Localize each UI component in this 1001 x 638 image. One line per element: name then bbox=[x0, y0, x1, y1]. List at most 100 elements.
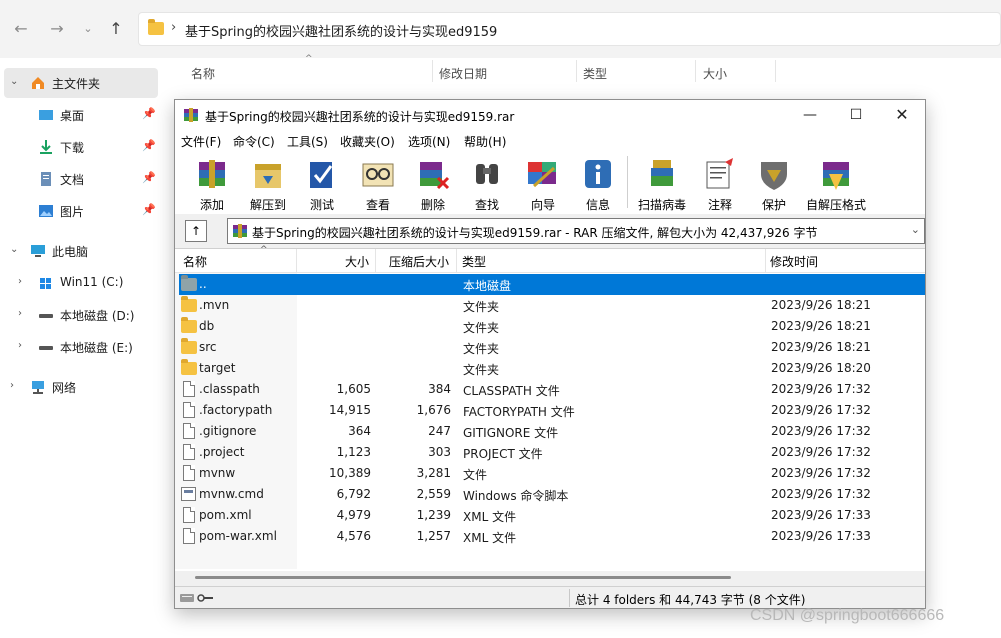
table-row[interactable]: src 文件夹 2023/9/26 18:21 bbox=[175, 337, 925, 358]
table-row[interactable]: .project 1,123 303 PROJECT 文件 2023/9/26 17:3… bbox=[175, 442, 925, 463]
cell-modified: 2023/9/26 18:20 bbox=[771, 361, 871, 375]
find-button[interactable]: 查找 bbox=[460, 154, 514, 212]
drive-key-icon[interactable] bbox=[179, 591, 215, 604]
column-header-packed[interactable]: 压缩后大小 bbox=[389, 253, 449, 270]
sidebar-item-drive-d[interactable]: › 本地磁盘 (D:) bbox=[0, 300, 158, 330]
table-row[interactable]: .factorypath 14,915 1,676 FACTORYPATH 文件 202… bbox=[175, 400, 925, 421]
recent-chevron-icon[interactable]: ⌄ bbox=[77, 18, 99, 40]
menu-bar: 文件(F) 命令(C) 工具(S) 收藏夹(O) 选项(N) 帮助(H) bbox=[175, 130, 925, 152]
column-header-modified[interactable]: 修改时间 bbox=[770, 253, 818, 270]
pin-icon: 📌 bbox=[142, 171, 156, 184]
column-header-size[interactable]: 大小 bbox=[345, 253, 369, 270]
table-row[interactable]: mvnw 10,389 3,281 文件 2023/9/26 17:32 bbox=[175, 463, 925, 484]
address-bar[interactable]: › 基于Spring的校园兴趣社团系统的设计与实现ed9159 bbox=[138, 12, 1001, 46]
table-row[interactable]: db 文件夹 2023/9/26 18:21 bbox=[175, 316, 925, 337]
table-row[interactable]: .. 本地磁盘 bbox=[179, 274, 925, 295]
column-modified[interactable]: 修改日期 bbox=[439, 65, 487, 82]
forward-arrow-icon[interactable]: → bbox=[46, 18, 68, 40]
find-icon bbox=[476, 164, 498, 184]
close-icon[interactable]: ✕ bbox=[879, 100, 925, 130]
sort-indicator-icon: ^ bbox=[260, 245, 268, 255]
cell-size: 4,979 bbox=[336, 508, 371, 522]
parent-folder-icon bbox=[181, 275, 197, 291]
pin-icon: 📌 bbox=[142, 203, 156, 216]
menu-options[interactable]: 选项(N) bbox=[408, 133, 450, 150]
menu-commands[interactable]: 命令(C) bbox=[233, 133, 275, 150]
back-arrow-icon[interactable]: ← bbox=[10, 18, 32, 40]
script-file-icon bbox=[181, 487, 196, 501]
chevron-right-icon[interactable]: › bbox=[18, 308, 22, 319]
column-size[interactable]: 大小 bbox=[703, 65, 727, 82]
info-button[interactable]: 信息 bbox=[571, 154, 625, 212]
title-bar[interactable]: 基于Spring的校园兴趣社团系统的设计与实现ed9159.rar — ☐ ✕ bbox=[175, 100, 925, 130]
file-icon bbox=[183, 528, 195, 544]
tool-label: 测试 bbox=[309, 198, 334, 212]
up-one-level-button[interactable]: ↑ bbox=[185, 220, 207, 242]
cell-type: XML 文件 bbox=[463, 531, 517, 545]
chevron-down-icon[interactable]: ⌄ bbox=[10, 244, 18, 255]
document-icon bbox=[41, 172, 51, 186]
chevron-down-icon[interactable]: ⌄ bbox=[10, 76, 18, 87]
sort-up-icon: ^ bbox=[305, 54, 313, 64]
cell-type: 文件夹 bbox=[463, 363, 500, 377]
chevron-right-icon[interactable]: › bbox=[18, 340, 22, 351]
column-name[interactable]: 名称 bbox=[191, 65, 215, 82]
column-type[interactable]: 类型 bbox=[583, 65, 607, 82]
minimize-icon[interactable]: — bbox=[787, 100, 833, 130]
cell-type: CLASSPATH 文件 bbox=[463, 384, 560, 398]
sidebar-item-label: 本地磁盘 (D:) bbox=[60, 309, 135, 323]
sidebar-item-label: 桌面 bbox=[60, 109, 85, 123]
up-arrow-icon: ↑ bbox=[190, 224, 202, 238]
table-row[interactable]: .mvn 文件夹 2023/9/26 18:21 bbox=[175, 295, 925, 316]
sidebar-item-pictures[interactable]: 图片 📌 bbox=[0, 196, 158, 226]
add-button[interactable]: 添加 bbox=[185, 154, 239, 212]
sidebar-item-drive-c[interactable]: › Win11 (C:) bbox=[0, 268, 158, 298]
sidebar-item-drive-e[interactable]: › 本地磁盘 (E:) bbox=[0, 332, 158, 362]
view-button[interactable]: 查看 bbox=[351, 154, 405, 212]
status-summary: 总计 4 folders 和 44,743 字节 (8 个文件) bbox=[575, 593, 806, 607]
column-header-type[interactable]: 类型 bbox=[462, 253, 486, 270]
extract-to-button[interactable]: 解压到 bbox=[241, 154, 295, 212]
column-header-name[interactable]: 名称 bbox=[183, 253, 207, 270]
sidebar-item-desktop[interactable]: 桌面 📌 bbox=[0, 100, 158, 130]
menu-help[interactable]: 帮助(H) bbox=[464, 133, 506, 150]
drive-icon bbox=[39, 314, 53, 318]
sidebar-item-network[interactable]: › 网络 bbox=[0, 372, 158, 402]
chevron-down-icon[interactable]: ⌄ bbox=[911, 223, 920, 236]
menu-favorites[interactable]: 收藏夹(O) bbox=[340, 133, 395, 150]
sidebar-item-downloads[interactable]: 下载 📌 bbox=[0, 132, 158, 162]
table-row[interactable]: pom-war.xml 4,576 1,257 XML 文件 2023/9/26 17:… bbox=[175, 526, 925, 547]
virus-scan-icon bbox=[651, 160, 673, 186]
cell-name: pom-war.xml bbox=[199, 529, 277, 543]
table-row[interactable]: .classpath 1,605 384 CLASSPATH 文件 2023/9/26 … bbox=[175, 379, 925, 400]
file-icon bbox=[183, 423, 195, 439]
maximize-icon[interactable]: ☐ bbox=[833, 100, 879, 130]
archive-path-combo[interactable]: 基于Spring的校园兴趣社团系统的设计与实现ed9159.rar - RAR … bbox=[227, 218, 925, 244]
pin-icon: 📌 bbox=[142, 139, 156, 152]
horizontal-scrollbar[interactable] bbox=[175, 571, 925, 585]
sfx-button[interactable]: 自解压格式 bbox=[806, 154, 866, 212]
protect-button[interactable]: 保护 bbox=[747, 154, 801, 212]
up-arrow-icon[interactable]: ↑ bbox=[105, 18, 127, 40]
test-button[interactable]: 测试 bbox=[295, 154, 349, 212]
info-icon bbox=[585, 160, 611, 188]
chevron-right-icon[interactable]: › bbox=[10, 380, 14, 391]
table-row[interactable]: target 文件夹 2023/9/26 18:20 bbox=[175, 358, 925, 379]
cell-packed: 1,257 bbox=[416, 529, 451, 543]
table-row[interactable]: pom.xml 4,979 1,239 XML 文件 2023/9/26 17:33 bbox=[175, 505, 925, 526]
menu-tools[interactable]: 工具(S) bbox=[287, 133, 328, 150]
chevron-right-icon[interactable]: › bbox=[18, 276, 22, 287]
sidebar-item-documents[interactable]: 文档 📌 bbox=[0, 164, 158, 194]
menu-file[interactable]: 文件(F) bbox=[181, 133, 221, 150]
sidebar-item-this-pc[interactable]: ⌄ 此电脑 bbox=[0, 236, 158, 266]
virus-scan-button[interactable]: 扫描病毒 bbox=[635, 154, 689, 212]
table-row[interactable]: .gitignore 364 247 GITIGNORE 文件 2023/9/26 17… bbox=[175, 421, 925, 442]
table-row[interactable]: mvnw.cmd 6,792 2,559 Windows 命令脚本 2023/9/26 … bbox=[175, 484, 925, 505]
list-header: ^ 名称 大小 压缩后大小 类型 修改时间 bbox=[175, 245, 925, 273]
delete-button[interactable]: 删除 bbox=[406, 154, 460, 212]
comment-button[interactable]: 注释 bbox=[693, 154, 747, 212]
scrollbar-thumb[interactable] bbox=[195, 576, 731, 579]
sidebar-item-home[interactable]: ⌄ 主文件夹 bbox=[4, 68, 158, 98]
tool-label: 扫描病毒 bbox=[637, 198, 686, 212]
wizard-button[interactable]: 向导 bbox=[516, 154, 570, 212]
